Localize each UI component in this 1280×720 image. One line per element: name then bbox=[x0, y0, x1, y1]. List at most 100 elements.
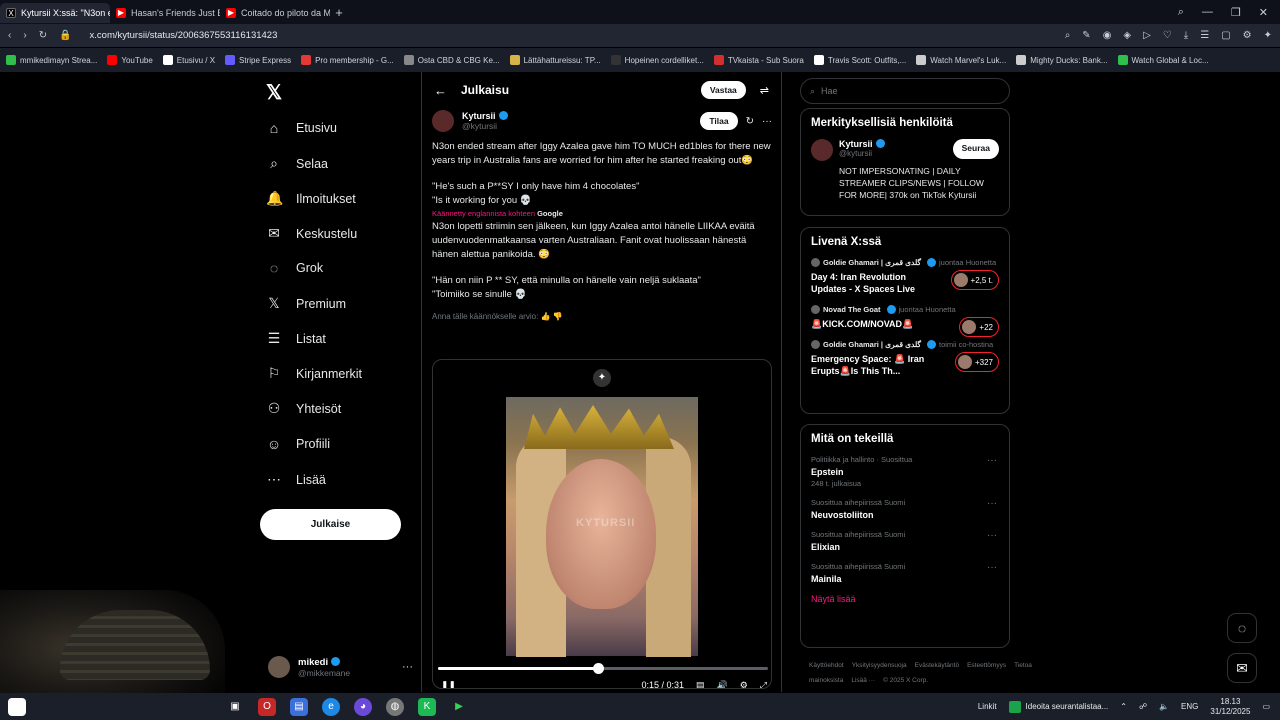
nav-item-lisää[interactable]: ⋯ Lisää bbox=[266, 471, 326, 488]
trend-item[interactable]: Suosittua aihepiirissä Suomi Mainila ··· bbox=[811, 562, 999, 584]
wallet-icon[interactable]: ▢ bbox=[1221, 30, 1230, 41]
edit-icon[interactable]: ✎ bbox=[1082, 30, 1090, 41]
notification-icon[interactable]: ▭ bbox=[1262, 702, 1270, 711]
nav-item-etusivu[interactable]: ⌂ Etusivu bbox=[266, 120, 337, 136]
trend-item[interactable]: Suosittua aihepiirissä Suomi Elixian ··· bbox=[811, 530, 999, 552]
nav-item-profiili[interactable]: ☺ Profiili bbox=[266, 436, 330, 452]
footer-link[interactable]: Lisää ··· bbox=[851, 677, 875, 684]
close-window-icon[interactable]: ✕ bbox=[1259, 6, 1268, 19]
speaker-icon[interactable]: 🔈 bbox=[1159, 702, 1169, 711]
pause-icon[interactable]: ❚❚ bbox=[441, 680, 456, 689]
show-more-link[interactable]: Näytä lisää bbox=[811, 594, 999, 604]
shield-icon[interactable]: ◈ bbox=[1123, 30, 1131, 41]
bookmark-item[interactable]: Watch Marvel's Luk... bbox=[916, 55, 1006, 65]
search-box[interactable]: ⌕ Hae bbox=[800, 78, 1010, 104]
footer-link[interactable]: © 2025 X Corp. bbox=[883, 677, 928, 684]
bookmark-item[interactable]: Osta CBD & CBG Ke... bbox=[403, 55, 500, 65]
nav-item-yhteisöt[interactable]: ⚇ Yhteisöt bbox=[266, 400, 341, 417]
nav-item-keskustelu[interactable]: ✉ Keskustelu bbox=[266, 225, 357, 242]
live-space-item[interactable]: Goldie Ghamari | گلدی قمری toimii co-host… bbox=[811, 340, 999, 377]
news-widget[interactable]: Ideoita seurantalistaa... bbox=[1008, 700, 1108, 713]
ai-icon[interactable]: ✦ bbox=[1264, 30, 1272, 41]
bookmark-item[interactable]: Etusivu / X bbox=[162, 55, 215, 65]
thumbs-up-icon[interactable]: 👍 bbox=[541, 312, 551, 321]
bookmark-item[interactable]: YouTube bbox=[107, 55, 153, 65]
edge-icon[interactable]: e bbox=[322, 697, 340, 716]
streamlabs-icon[interactable]: ▶ bbox=[450, 698, 468, 716]
subscribe-button[interactable]: Tilaa bbox=[700, 112, 738, 130]
live-space-item[interactable]: Goldie Ghamari | گلدی قمری juontaa Huonet… bbox=[811, 258, 999, 295]
account-switcher[interactable]: mikedi @mikkemane ··· bbox=[268, 650, 413, 684]
more-icon[interactable]: ··· bbox=[987, 530, 997, 541]
bookmark-item[interactable]: Pro membership - G... bbox=[301, 55, 394, 65]
grok-sparkle-icon[interactable]: ✦ bbox=[593, 369, 611, 387]
task-view-icon[interactable]: ▣ bbox=[226, 698, 244, 716]
reply-button[interactable]: Vastaa bbox=[700, 81, 746, 99]
settings-sliders-icon[interactable]: ⇌ bbox=[760, 84, 769, 97]
grok-icon[interactable]: ↻ bbox=[746, 116, 754, 127]
play-icon[interactable]: ▷ bbox=[1143, 30, 1151, 41]
start-icon[interactable] bbox=[8, 697, 26, 716]
author-name[interactable]: Kytursii bbox=[462, 111, 496, 121]
follow-button[interactable]: Seuraa bbox=[952, 139, 999, 159]
links-label[interactable]: Linkit bbox=[978, 702, 997, 711]
clock[interactable]: 18.13 31/12/2025 bbox=[1210, 697, 1250, 717]
zoom-icon[interactable]: ⌕ bbox=[1065, 30, 1071, 41]
volume-icon[interactable]: 🔊 bbox=[717, 680, 728, 689]
bookmark-item[interactable]: TVkaista - Sub Suora bbox=[713, 55, 804, 65]
browser-tab-1[interactable]: X Kytursii X:ssä: "N3on e ✕ bbox=[0, 3, 110, 23]
maximize-icon[interactable]: ❐ bbox=[1231, 6, 1241, 19]
extension-icon[interactable]: ⚙ bbox=[1243, 30, 1252, 41]
more-icon[interactable]: ··· bbox=[987, 498, 997, 509]
minimize-icon[interactable]: — bbox=[1202, 6, 1213, 19]
nav-item-grok[interactable]: ◌ Grok bbox=[266, 260, 323, 276]
trend-item[interactable]: Suosittua aihepiirissä Suomi Neuvostoliit… bbox=[811, 498, 999, 520]
nav-item-listat[interactable]: ☰ Listat bbox=[266, 330, 326, 347]
chevron-up-icon[interactable]: ⌃ bbox=[1120, 702, 1127, 711]
footer-link[interactable]: Yksityisyydensuoja bbox=[852, 662, 907, 669]
camera-icon[interactable]: ◉ bbox=[1103, 30, 1112, 41]
browser-tab-3[interactable]: ▶ Coitado do piloto da Mot bbox=[220, 3, 330, 23]
messages-fab-icon[interactable]: ✉ bbox=[1227, 653, 1257, 683]
back-icon[interactable]: ‹ bbox=[8, 30, 11, 41]
heart-icon[interactable]: ♡ bbox=[1163, 30, 1172, 41]
translation-label[interactable]: Käännetty englannista kohteen bbox=[432, 209, 535, 218]
trend-item[interactable]: Politiikka ja hallinto · Suosittua Epstei… bbox=[811, 455, 999, 488]
video-player[interactable]: ✦ KYTURSII ❚❚ 0:15 / 0:31 ▤ 🔊 ⚙ ⤢ bbox=[432, 359, 772, 689]
video-frame[interactable]: KYTURSII bbox=[506, 397, 698, 657]
browser-tab-2[interactable]: ▶ Hasan's Friends Just Expo bbox=[110, 3, 220, 23]
bookmark-item[interactable]: mmikedimayn Strea... bbox=[6, 55, 97, 65]
more-icon[interactable]: ··· bbox=[987, 455, 997, 466]
nav-item-premium[interactable]: 𝕏 Premium bbox=[266, 295, 346, 312]
nav-item-selaa[interactable]: ⌕ Selaa bbox=[266, 155, 328, 172]
bookmark-item[interactable]: Watch Global & Loc... bbox=[1117, 55, 1209, 65]
nav-item-kirjanmerkit[interactable]: ⚐ Kirjanmerkit bbox=[266, 365, 362, 382]
captions-icon[interactable]: ▤ bbox=[696, 680, 705, 689]
files-icon[interactable]: ▤ bbox=[290, 697, 308, 716]
video-progress-bar[interactable] bbox=[438, 663, 768, 674]
footer-link[interactable]: Esteettömyys bbox=[967, 662, 1006, 669]
app-icon[interactable]: ◍ bbox=[386, 697, 404, 716]
bookmark-item[interactable]: Mighty Ducks: Bank... bbox=[1016, 55, 1108, 65]
back-arrow-icon[interactable]: ← bbox=[434, 83, 447, 98]
search-tabs-icon[interactable]: ⌕ bbox=[1178, 6, 1184, 19]
new-tab-button[interactable]: + bbox=[330, 5, 348, 20]
url-field[interactable]: x.com/kytursii/status/200636755311613142… bbox=[90, 30, 278, 41]
bookmark-item[interactable]: Stripe Express bbox=[225, 55, 291, 65]
forward-icon[interactable]: › bbox=[23, 30, 26, 41]
relevant-person[interactable]: Kytursii @kytursii Seuraa bbox=[811, 139, 999, 161]
footer-link[interactable]: Käyttöehdot bbox=[809, 662, 844, 669]
opera-icon[interactable]: O bbox=[258, 697, 276, 716]
post-button[interactable]: Julkaise bbox=[260, 509, 401, 540]
scrubber-handle[interactable] bbox=[593, 663, 605, 674]
author-avatar[interactable] bbox=[432, 110, 454, 132]
language-label[interactable]: ENG bbox=[1181, 702, 1198, 711]
thumbs-down-icon[interactable]: 👎 bbox=[553, 312, 563, 321]
bookmark-item[interactable]: Hopeinen cordelliket... bbox=[610, 55, 704, 65]
settings-gear-icon[interactable]: ⚙ bbox=[740, 680, 748, 689]
x-logo-icon[interactable]: 𝕏 bbox=[266, 80, 282, 105]
live-space-item[interactable]: Novad The Goat juontaa Huonetta 🚨KICK.COM/… bbox=[811, 305, 999, 337]
bookmark-item[interactable]: Travis Scott: Outfits,... bbox=[813, 55, 906, 65]
footer-link[interactable]: Evästekäytäntö bbox=[915, 662, 959, 669]
bookmark-item[interactable]: Lättähattureissu: TP... bbox=[509, 55, 601, 65]
